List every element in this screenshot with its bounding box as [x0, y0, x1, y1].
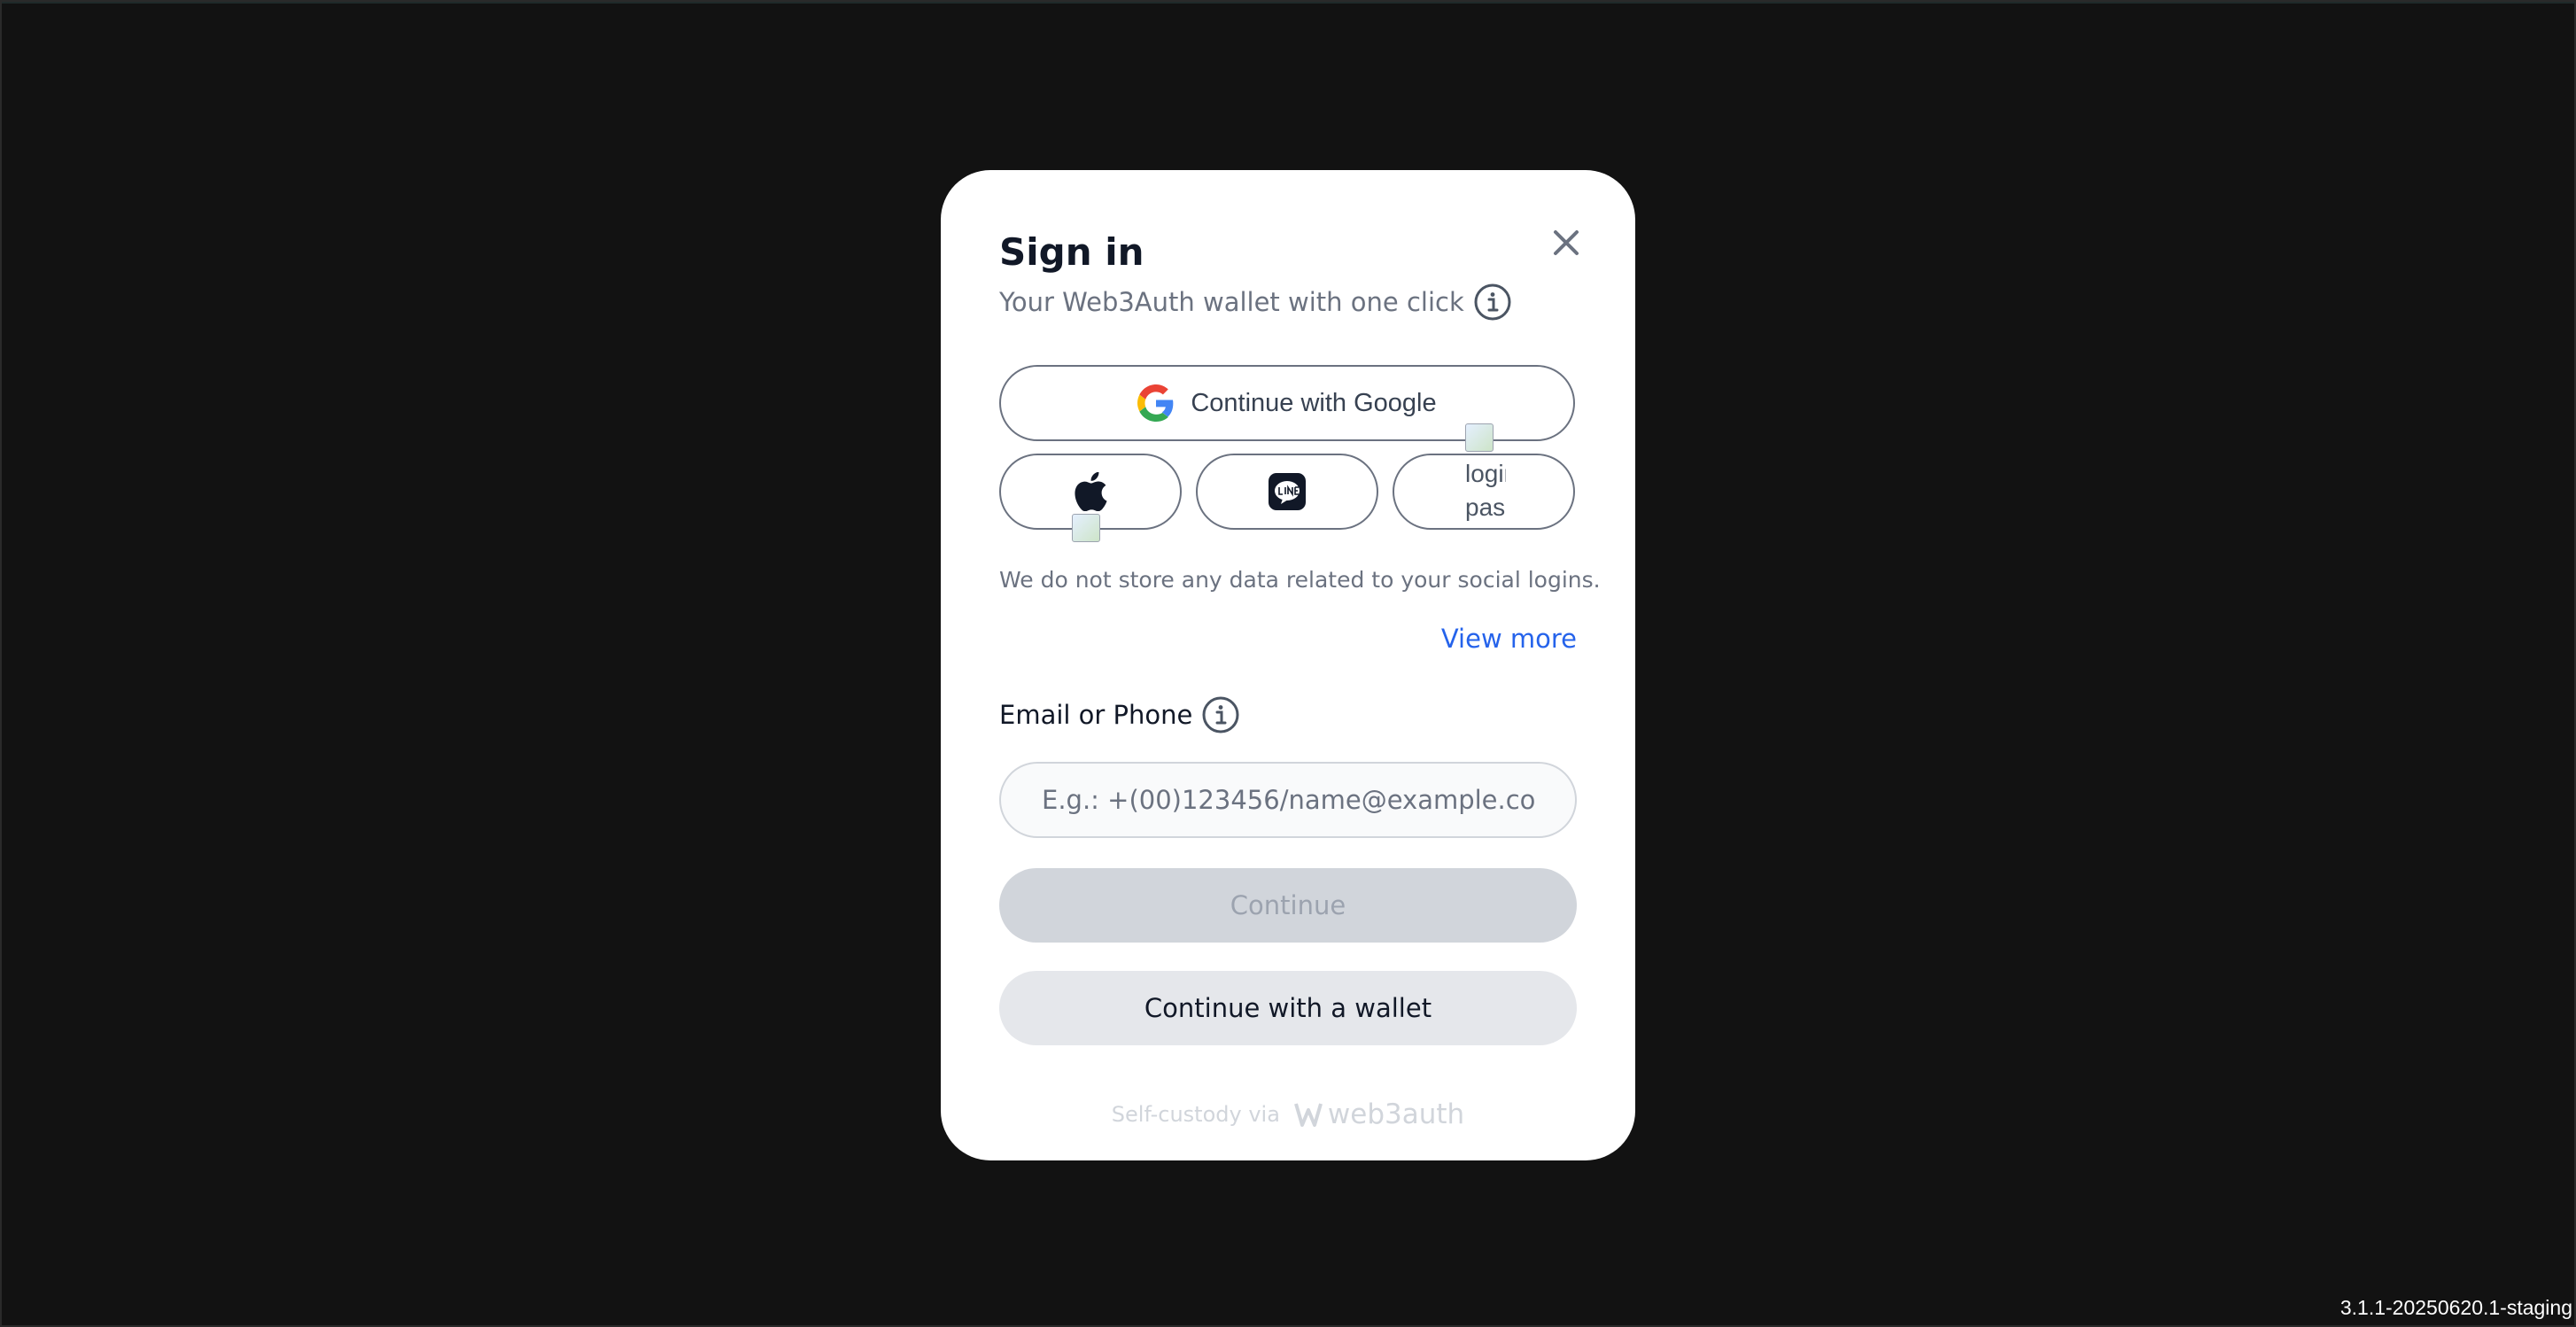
version-label: 3.1.1-20250620.1-staging [2339, 1296, 2572, 1319]
continue-with-apple-button[interactable] [999, 454, 1182, 542]
view-more-link[interactable]: View more [1441, 624, 1577, 654]
sign-in-modal: Sign in Your Web3Auth wallet with one cl… [941, 170, 1635, 1160]
web3auth-wordmark: web3auth [1327, 1098, 1465, 1130]
broken-image-icon [1072, 514, 1100, 542]
close-icon [1554, 230, 1579, 255]
window-top-border [0, 0, 2576, 4]
email-label-row: Email or Phone [999, 693, 1240, 737]
broken-image-icon [1465, 423, 1494, 452]
info-icon[interactable] [1201, 695, 1240, 734]
continue-with-wallet-button[interactable]: Continue with a wallet [999, 971, 1577, 1045]
footer: Self-custody via web3auth [941, 1097, 1635, 1132]
info-icon[interactable] [1473, 283, 1512, 322]
email-or-phone-input[interactable] [999, 762, 1577, 838]
passkey-image-alt-text: login passkey dark [1465, 460, 1506, 528]
modal-subtitle: Your Web3Auth wallet with one click [999, 287, 1464, 317]
line-logo-icon [1269, 473, 1306, 510]
web3auth-brand: web3auth [1294, 1098, 1464, 1130]
modal-title: Sign in [999, 230, 1144, 274]
self-custody-text: Self-custody via [1111, 1102, 1280, 1127]
google-button-label: Continue with Google [1191, 388, 1437, 417]
continue-with-line-button[interactable] [1196, 454, 1378, 530]
web3auth-logo-icon [1294, 1103, 1323, 1127]
apple-logo-icon [1075, 472, 1107, 511]
close-button[interactable] [1545, 221, 1587, 264]
continue-button[interactable]: Continue [999, 868, 1577, 943]
email-or-phone-label: Email or Phone [999, 700, 1193, 730]
continue-with-passkey-button[interactable]: login passkey dark [1393, 423, 1575, 530]
google-logo-icon [1137, 384, 1174, 422]
subtitle-row: Your Web3Auth wallet with one click [999, 280, 1512, 324]
privacy-note: We do not store any data related to your… [999, 567, 1601, 593]
